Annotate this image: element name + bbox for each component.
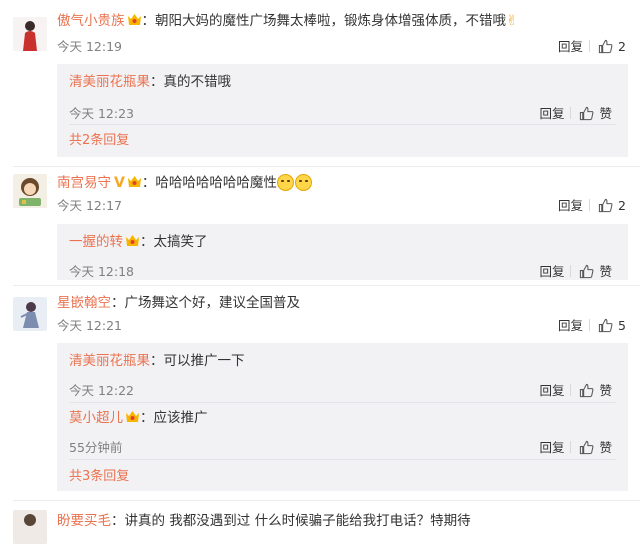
comment-actions: 回复 2 <box>558 39 626 55</box>
reply-text: ：可以推广一下 <box>150 353 245 369</box>
member-badge-icon <box>127 13 142 27</box>
avatar[interactable] <box>13 297 47 331</box>
reply-time: 今天 12:22 <box>69 383 134 398</box>
comment-time: 今天 12:17 <box>57 198 122 213</box>
divider <box>570 441 572 453</box>
reply-actions: 回复赞 <box>539 440 612 456</box>
reply-button[interactable]: 回复 <box>558 198 583 214</box>
reply-button[interactable]: 回复 <box>558 318 583 334</box>
laugh-emoji-icon <box>294 174 312 191</box>
reply-actions: 回复赞 <box>539 383 612 399</box>
divider <box>589 199 591 211</box>
comment-username[interactable]: 傲气小贵族 <box>57 13 125 29</box>
reply-username[interactable]: 莫小超儿 <box>69 410 123 426</box>
reply-username[interactable]: 清美丽花瓶果 <box>69 353 150 369</box>
like-count: 5 <box>618 318 626 333</box>
divider <box>589 319 591 331</box>
avatar[interactable] <box>13 17 47 51</box>
reply-button[interactable]: 回复 <box>539 264 564 280</box>
comment-1: 傲气小贵族 ：朝阳大妈的魔性广场舞太棒啦，锻炼身体增强体质，不错哦✌ 今天 12:… <box>0 0 640 160</box>
reply-text: ：应该推广 <box>140 410 208 426</box>
laugh-emoji-icon <box>276 174 294 191</box>
divider <box>570 265 572 277</box>
reply-actions: 回复赞 <box>539 106 612 122</box>
reply-item: 一握的转 ：太搞笑了 今天 12:18 回复赞 <box>69 233 628 280</box>
comment-username[interactable]: 南宫易守 <box>57 175 111 191</box>
reply-box: 清美丽花瓶果：可以推广一下 今天 12:22 回复赞 莫小超儿 ：应该推广 55分… <box>57 343 628 491</box>
comment-time: 今天 12:19 <box>57 39 122 54</box>
reply-box: 清美丽花瓶果：真的不错哦 今天 12:23 回复赞 共2条回复 <box>57 64 628 157</box>
reply-username[interactable]: 一握的转 <box>69 234 123 250</box>
divider <box>69 459 616 460</box>
divider <box>589 40 591 52</box>
reply-username[interactable]: 清美丽花瓶果 <box>69 74 150 90</box>
thumbs-up-icon <box>580 264 594 279</box>
avatar[interactable] <box>13 510 47 544</box>
comment-2: 南宫易守 V ：哈哈哈哈哈哈哈魔性 今天 12:17 回复 2 一握的转 ：太搞笑了 今… <box>0 166 640 286</box>
divider <box>13 500 640 501</box>
divider <box>570 107 572 119</box>
like-button[interactable]: 2 <box>598 39 626 55</box>
comment-username[interactable]: 星嵌翰空 <box>57 295 111 311</box>
reply-time: 今天 12:18 <box>69 264 134 279</box>
like-button[interactable]: 5 <box>598 318 626 334</box>
thumbs-up-icon <box>598 39 613 54</box>
reply-text: ：真的不错哦 <box>150 74 231 90</box>
like-count: 2 <box>618 39 626 54</box>
like-button[interactable]: 2 <box>598 198 626 214</box>
reply-box: 一握的转 ：太搞笑了 今天 12:18 回复赞 <box>57 224 628 280</box>
reply-button[interactable]: 回复 <box>558 39 583 55</box>
comment-actions: 回复 2 <box>558 198 626 214</box>
member-badge-icon <box>125 410 140 424</box>
comment-text: 星嵌翰空：广场舞这个好，建议全国普及 <box>57 295 300 311</box>
comment-username[interactable]: 盼要买毛 <box>57 513 111 529</box>
more-replies-link[interactable]: 共2条回复 <box>69 133 129 149</box>
reply-time: 今天 12:23 <box>69 106 134 121</box>
reply-item: 清美丽花瓶果：可以推广一下 今天 12:22 回复赞 <box>69 352 628 400</box>
reply-time: 55分钟前 <box>69 440 123 455</box>
reply-button[interactable]: 回复 <box>539 106 564 122</box>
member-badge-icon <box>127 175 142 189</box>
divider <box>69 402 616 403</box>
avatar[interactable] <box>13 174 47 208</box>
reply-text: ：太搞笑了 <box>140 234 208 250</box>
comment-text: 南宫易守 V ：哈哈哈哈哈哈哈魔性 <box>57 174 312 192</box>
thumbs-up-icon <box>598 198 613 213</box>
victory-hand-icon: ✌ <box>506 13 518 29</box>
member-badge-icon <box>125 234 140 248</box>
thumbs-up-icon <box>580 106 594 121</box>
like-button[interactable]: 赞 <box>579 106 612 122</box>
reply-item: 清美丽花瓶果：真的不错哦 今天 12:23 回复赞 <box>69 73 628 123</box>
comment-3: 星嵌翰空：广场舞这个好，建议全国普及 今天 12:21 回复 5 清美丽花瓶果：可… <box>0 285 640 495</box>
comment-time: 今天 12:21 <box>57 318 122 333</box>
vip-icon: V <box>114 175 125 191</box>
like-button[interactable]: 赞 <box>579 440 612 456</box>
reply-button[interactable]: 回复 <box>539 383 564 399</box>
like-count: 2 <box>618 198 626 213</box>
reply-button[interactable]: 回复 <box>539 440 564 456</box>
thumbs-up-icon <box>598 318 613 333</box>
thumbs-up-icon <box>580 383 594 398</box>
comment-actions: 回复 5 <box>558 318 626 334</box>
more-replies-link[interactable]: 共3条回复 <box>69 469 129 485</box>
comment-text: 盼要买毛：讲真的 我都没遇到过 什么时候骗子能给我打电话？特期待 <box>57 513 471 529</box>
thumbs-up-icon <box>580 440 594 455</box>
reply-actions: 回复赞 <box>539 264 612 280</box>
divider <box>570 384 572 396</box>
like-button[interactable]: 赞 <box>579 383 612 399</box>
reply-item: 莫小超儿 ：应该推广 55分钟前 回复赞 <box>69 409 628 457</box>
divider <box>69 124 616 125</box>
comment-text: 傲气小贵族 ：朝阳大妈的魔性广场舞太棒啦，锻炼身体增强体质，不错哦✌ <box>57 13 518 29</box>
like-button[interactable]: 赞 <box>579 264 612 280</box>
